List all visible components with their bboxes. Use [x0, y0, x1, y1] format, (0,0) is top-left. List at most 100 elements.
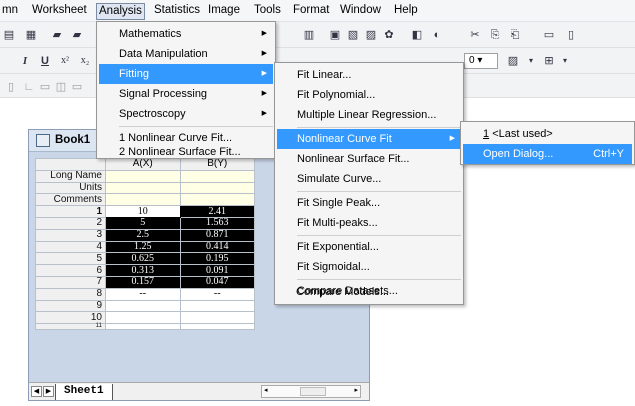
- cell[interactable]: 1.563: [179, 216, 255, 230]
- menu-item-fit-linear[interactable]: Fit Linear...: [277, 65, 461, 85]
- tab-next-icon[interactable]: ▶: [43, 386, 54, 397]
- menu-item-fit-exponential[interactable]: Fit Exponential...: [277, 237, 461, 257]
- menu-item-fitting[interactable]: Fitting ▶: [99, 64, 273, 84]
- menu-item-fit-single-peak[interactable]: Fit Single Peak...: [277, 193, 461, 213]
- cell[interactable]: --: [105, 287, 181, 301]
- menu-item-compare-models[interactable]: Compare Models...: [276, 282, 462, 302]
- font-size-select[interactable]: 0 ▾: [464, 53, 498, 69]
- menu-item-fit-polynomial[interactable]: Fit Polynomial...: [277, 85, 461, 105]
- column-header-a[interactable]: A(X): [105, 158, 181, 171]
- import-icon[interactable]: ▤: [0, 26, 18, 44]
- script-icon[interactable]: ✿: [380, 26, 398, 44]
- menu-item-last-used[interactable]: 1 <Last used>: [463, 124, 632, 144]
- layout-icon[interactable]: ▣: [326, 26, 344, 44]
- row-label-units[interactable]: Units: [35, 181, 106, 195]
- cell[interactable]: 5: [105, 216, 181, 230]
- tool-1-icon[interactable]: ▯: [2, 78, 20, 96]
- superscript-icon[interactable]: x²: [56, 52, 74, 70]
- open-folder-icon[interactable]: ▰: [48, 26, 66, 44]
- menu-item-multiple-linear-regression[interactable]: Multiple Linear Regression...: [277, 105, 461, 125]
- add-column-icon[interactable]: ▭: [540, 26, 558, 44]
- menu-item-recent-nlfit[interactable]: 1 Nonlinear Curve Fit...: [99, 128, 273, 148]
- cell[interactable]: 0.047: [179, 275, 255, 289]
- scroll-thumb[interactable]: [300, 387, 326, 396]
- refresh-icon[interactable]: ◐: [428, 26, 446, 44]
- menu-item-fit-multi-peaks[interactable]: Fit Multi-peaks...: [277, 213, 461, 233]
- border-dropdown-icon[interactable]: ▾: [556, 52, 574, 70]
- code-icon[interactable]: ▧: [344, 26, 362, 44]
- row-header[interactable]: 3: [35, 228, 106, 242]
- row-header[interactable]: 6: [35, 264, 106, 277]
- row-header[interactable]: 7: [35, 275, 106, 289]
- export-icon[interactable]: ▦: [22, 26, 40, 44]
- cell[interactable]: 0.157: [105, 275, 181, 289]
- menu-statistics[interactable]: Statistics: [152, 3, 202, 20]
- row-header[interactable]: 9: [35, 299, 106, 313]
- menu-item-spectroscopy[interactable]: Spectroscopy ▶: [99, 104, 273, 124]
- menu-item-fit-sigmoidal[interactable]: Fit Sigmoidal...: [277, 257, 461, 277]
- paste-icon[interactable]: ⎗: [506, 26, 524, 44]
- menu-format[interactable]: Format: [291, 3, 331, 20]
- menu-window[interactable]: Window: [338, 3, 383, 20]
- cell[interactable]: [105, 181, 181, 195]
- menu-analysis[interactable]: Analysis: [96, 3, 145, 20]
- menu-item-signal-processing[interactable]: Signal Processing ▶: [99, 84, 273, 104]
- italic-icon[interactable]: I: [16, 52, 34, 70]
- menu-item-mathematics[interactable]: Mathematics ▶: [99, 24, 273, 44]
- tab-prev-icon[interactable]: ◀: [31, 386, 42, 397]
- graph-icon[interactable]: ▥: [300, 26, 318, 44]
- menu-item-data-manipulation[interactable]: Data Manipulation ▶: [99, 44, 273, 64]
- cell[interactable]: [179, 323, 255, 331]
- menu-column[interactable]: mn: [0, 3, 20, 20]
- matrix-icon[interactable]: ▨: [362, 26, 380, 44]
- row-header[interactable]: 2: [35, 216, 106, 230]
- row-header[interactable]: 4: [35, 240, 106, 254]
- menu-item-nonlinear-curve-fit[interactable]: Nonlinear Curve Fit ▶: [277, 129, 461, 149]
- column-header-b[interactable]: B(Y): [179, 158, 255, 171]
- cell[interactable]: 2.5: [105, 228, 181, 242]
- cell[interactable]: 0.871: [179, 228, 255, 242]
- row-header[interactable]: 1: [35, 205, 106, 218]
- fill-dropdown-icon[interactable]: ▾: [522, 52, 540, 70]
- scroll-right-icon[interactable]: ▸: [354, 386, 358, 394]
- cut-icon[interactable]: ✂: [466, 26, 484, 44]
- menu-item-nonlinear-surface-fit[interactable]: Nonlinear Surface Fit...: [277, 149, 461, 169]
- row-header[interactable]: 11: [35, 323, 106, 331]
- cell[interactable]: [179, 299, 255, 313]
- menu-item-recent-nlsf[interactable]: 2 Nonlinear Surface Fit...: [99, 146, 273, 158]
- underline-icon[interactable]: U: [36, 52, 54, 70]
- cell[interactable]: 0.195: [179, 252, 255, 266]
- row-header[interactable]: 8: [35, 287, 106, 301]
- open-template-icon[interactable]: ▰: [68, 26, 86, 44]
- row-label-comments[interactable]: Comments: [35, 193, 106, 207]
- menu-help[interactable]: Help: [392, 3, 420, 20]
- cell[interactable]: 0.091: [179, 264, 255, 277]
- tab-sheet1[interactable]: Sheet1: [55, 384, 113, 400]
- horizontal-scrollbar[interactable]: ◂ ▸: [261, 385, 361, 398]
- cell[interactable]: [105, 193, 181, 207]
- cell[interactable]: [179, 311, 255, 325]
- cell[interactable]: [179, 169, 255, 183]
- tool-5-icon[interactable]: ▭: [68, 78, 86, 96]
- menu-worksheet[interactable]: Worksheet: [30, 3, 89, 20]
- results-icon[interactable]: ◧: [408, 26, 426, 44]
- row-header[interactable]: 10: [35, 311, 106, 325]
- worksheet-grid[interactable]: A(X) B(Y) Long Name Units Comments 1 10 2.…: [35, 158, 255, 331]
- cell[interactable]: [179, 193, 255, 207]
- menu-image[interactable]: Image: [206, 3, 242, 20]
- cell[interactable]: 0.313: [105, 264, 181, 277]
- cell[interactable]: 1.25: [105, 240, 181, 254]
- menu-item-open-dialog[interactable]: Open Dialog... Ctrl+Y: [463, 144, 632, 164]
- copy-icon[interactable]: ⎘: [486, 26, 504, 44]
- row-label-long-name[interactable]: Long Name: [35, 169, 106, 183]
- cell[interactable]: [105, 323, 181, 331]
- subscript-icon[interactable]: x₂: [76, 52, 94, 70]
- cell[interactable]: [105, 169, 181, 183]
- add-sheet-icon[interactable]: ▯: [562, 26, 580, 44]
- cell[interactable]: [105, 299, 181, 313]
- cell[interactable]: [105, 311, 181, 325]
- fill-color-icon[interactable]: ▨: [504, 52, 522, 70]
- menu-tools[interactable]: Tools: [252, 3, 283, 20]
- cell[interactable]: 10: [105, 205, 181, 218]
- row-header[interactable]: 5: [35, 252, 106, 266]
